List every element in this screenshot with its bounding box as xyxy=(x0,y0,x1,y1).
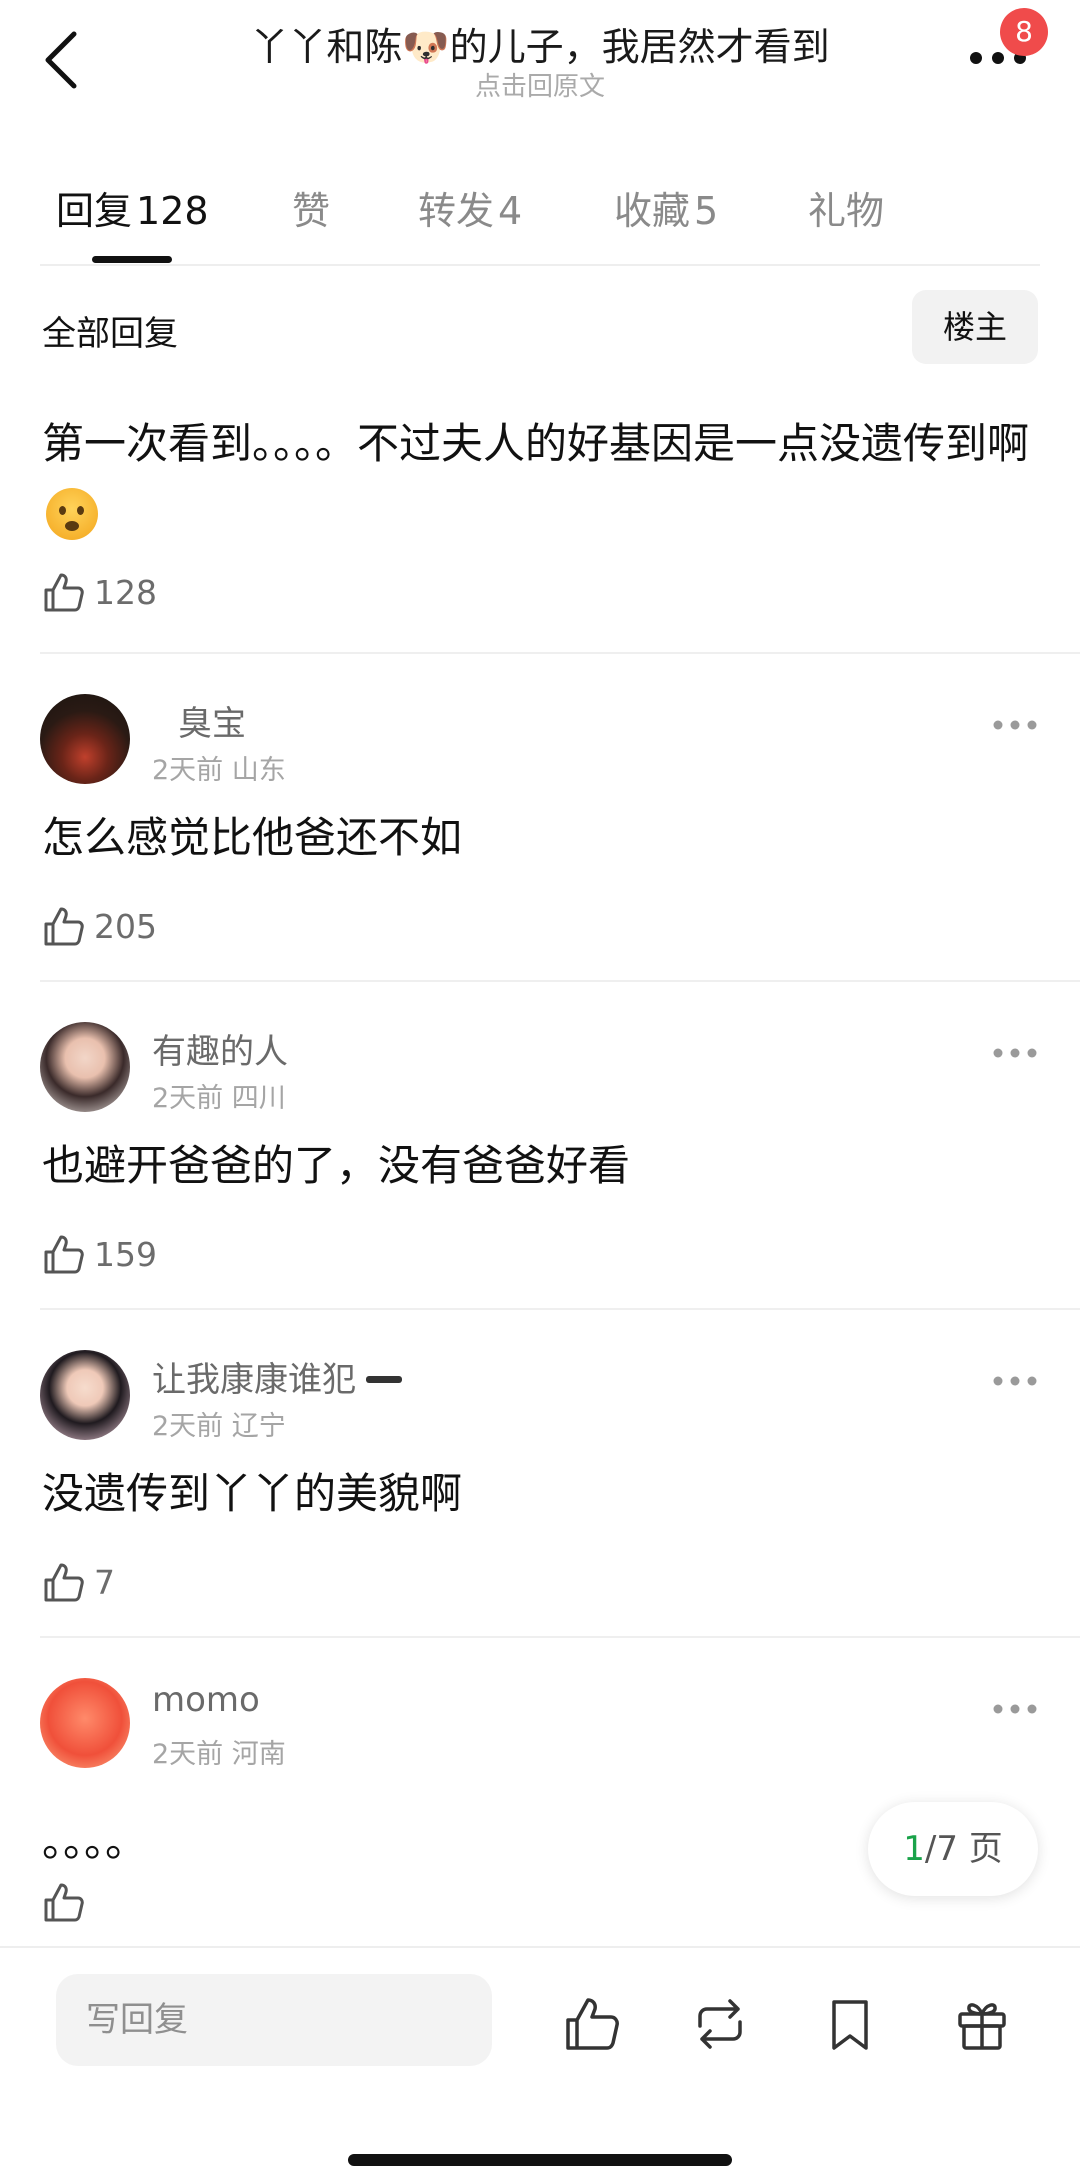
comment-item: 臭宝 2天前 山东 怎么感觉比他爸还不如 205 xyxy=(0,654,1080,980)
comment-location: 四川 xyxy=(231,1083,286,1114)
comment-text: 。。。。 xyxy=(42,1817,148,1866)
username[interactable]: 臭宝 xyxy=(178,696,246,745)
divider xyxy=(40,264,1040,266)
comment-like-button[interactable]: 159 xyxy=(42,1232,157,1276)
comment-meta: 2天前 山东 xyxy=(152,748,286,787)
avatar[interactable] xyxy=(40,1350,130,1440)
tab-label: 赞 xyxy=(292,189,331,233)
tab-replies[interactable]: 回复 128 xyxy=(56,180,209,235)
username-text: 让我康康谁犯 xyxy=(152,1360,356,1400)
username[interactable]: 让我康康谁犯 xyxy=(152,1352,402,1401)
header: 丫丫和陈🐶的儿子，我居然才看到 点击回原文 8 xyxy=(0,0,1080,120)
comment-like-button[interactable]: 205 xyxy=(42,904,157,948)
comment-item: momo 2天前 河南 。。。。 xyxy=(0,1638,1080,1964)
comment-time: 2天前 xyxy=(152,1739,224,1770)
sad-face-emoji-icon xyxy=(46,488,98,540)
comment-like-button[interactable]: 7 xyxy=(42,1560,115,1604)
thumbs-up-icon xyxy=(44,1235,84,1274)
total-pages: /7 页 xyxy=(924,1829,1003,1869)
tab-label: 回复 xyxy=(56,189,133,233)
bookmark-icon[interactable] xyxy=(820,1994,880,2054)
reply-input[interactable]: 写回复 xyxy=(56,1974,492,2066)
username[interactable]: momo xyxy=(152,1680,260,1720)
comment-location: 辽宁 xyxy=(231,1411,286,1442)
repost-icon[interactable] xyxy=(690,1994,750,2054)
thumbs-up-icon xyxy=(44,1883,84,1922)
tab-count: 5 xyxy=(694,189,719,233)
comment-location: 山东 xyxy=(231,755,286,786)
more-dots-icon[interactable] xyxy=(992,1374,1038,1388)
comment-meta: 2天前 河南 xyxy=(152,1732,286,1771)
thumbs-up-icon xyxy=(44,1563,84,1602)
comment-item: 让我康康谁犯 2天前 辽宁 没遗传到丫丫的美貌啊 7 xyxy=(0,1310,1080,1636)
all-replies-label[interactable]: 全部回复 xyxy=(42,306,178,355)
tab-likes[interactable]: 赞 xyxy=(292,180,330,235)
tab-label: 收藏 xyxy=(614,189,691,233)
more-dots-icon[interactable] xyxy=(992,1046,1038,1060)
comment-meta: 2天前 四川 xyxy=(152,1076,286,1115)
tab-gifts[interactable]: 礼物 xyxy=(808,180,884,235)
main-post-body: 第一次看到。。。。不过夫人的好基因是一点没遗传到啊 xyxy=(42,419,1030,468)
comment-time: 2天前 xyxy=(152,1411,224,1442)
comment-text: 没遗传到丫丫的美貌啊 xyxy=(42,1469,463,1518)
comment-time: 2天前 xyxy=(152,755,224,786)
tab-reposts[interactable]: 转发 4 xyxy=(418,180,522,235)
comment-text: 也避开爸爸的了，没有爸爸好看 xyxy=(42,1141,631,1190)
back-to-original-link[interactable]: 点击回原文 xyxy=(150,66,930,103)
comment-location: 河南 xyxy=(231,1739,286,1770)
tab-count: 128 xyxy=(136,189,209,233)
comment-time: 2天前 xyxy=(152,1083,224,1114)
comment-text: 怎么感觉比他爸还不如 xyxy=(42,813,463,862)
thumbs-up-icon[interactable] xyxy=(562,1994,622,2054)
avatar[interactable] xyxy=(40,1022,130,1112)
more-dots-icon[interactable] xyxy=(992,718,1038,732)
bottom-action-bar: 写回复 xyxy=(0,1946,1080,2180)
like-count: 128 xyxy=(94,572,157,612)
thumbs-up-icon xyxy=(44,573,84,612)
active-tab-indicator xyxy=(92,256,172,263)
current-page: 1 xyxy=(903,1829,925,1869)
like-count: 159 xyxy=(94,1234,157,1274)
username[interactable]: 有趣的人 xyxy=(152,1024,288,1073)
like-count: 7 xyxy=(94,1562,115,1602)
comment-like-button[interactable] xyxy=(42,1880,94,1924)
avatar[interactable] xyxy=(40,1678,130,1768)
main-post-like-button[interactable]: 128 xyxy=(42,570,157,614)
like-count: 205 xyxy=(94,906,157,946)
rank-dash-icon xyxy=(366,1376,402,1383)
tab-label: 礼物 xyxy=(808,189,885,233)
owner-only-button[interactable]: 楼主 xyxy=(912,290,1038,364)
thumbs-up-icon xyxy=(44,907,84,946)
more-dots-icon[interactable] xyxy=(992,1702,1038,1716)
home-indicator[interactable] xyxy=(348,2154,732,2166)
gift-icon[interactable] xyxy=(952,1994,1012,2054)
main-post-text: 第一次看到。。。。不过夫人的好基因是一点没遗传到啊 xyxy=(42,408,1032,552)
avatar[interactable] xyxy=(40,694,130,784)
tab-favorites[interactable]: 收藏 5 xyxy=(614,180,718,235)
page-title: 丫丫和陈🐶的儿子，我居然才看到 xyxy=(250,25,830,69)
comment-item: 有趣的人 2天前 四川 也避开爸爸的了，没有爸爸好看 159 xyxy=(0,982,1080,1308)
tab-count: 4 xyxy=(498,189,523,233)
tab-bar: 回复 128 赞 转发 4 收藏 5 礼物 xyxy=(0,170,1080,266)
page-indicator[interactable]: 1/7 页 xyxy=(868,1802,1038,1896)
notification-badge: 8 xyxy=(1000,8,1048,56)
comment-meta: 2天前 辽宁 xyxy=(152,1404,286,1443)
tab-label: 转发 xyxy=(418,189,495,233)
back-chevron-icon[interactable] xyxy=(38,28,86,92)
